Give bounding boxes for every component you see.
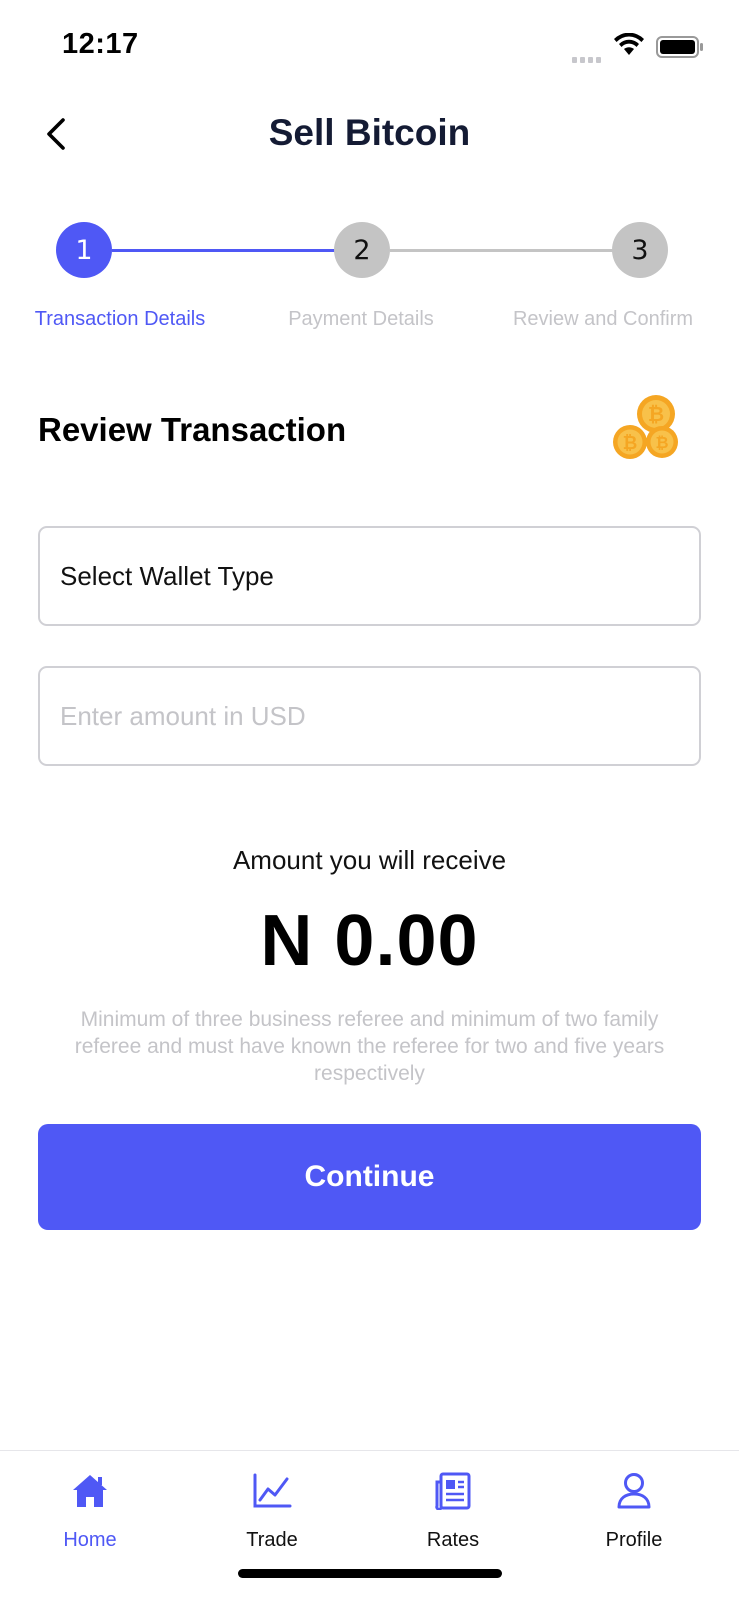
wifi-icon <box>614 33 644 55</box>
wallet-type-label: Select Wallet Type <box>60 560 274 591</box>
step-3-circle[interactable]: 3 <box>612 222 668 278</box>
svg-text:₿: ₿ <box>648 402 664 426</box>
user-icon <box>617 1473 651 1509</box>
home-indicator <box>238 1569 502 1578</box>
svg-text:₿: ₿ <box>623 433 638 454</box>
step-connector-2 <box>390 249 613 252</box>
tab-trade-label: Trade <box>246 1529 298 1551</box>
wallet-type-select[interactable]: Select Wallet Type <box>38 526 701 626</box>
tab-trade[interactable]: Trade <box>202 1469 342 1552</box>
referee-note: Minimum of three business referee and mi… <box>74 1008 665 1085</box>
page-title: Sell Bitcoin <box>268 112 471 153</box>
nav-header: Sell Bitcoin <box>0 100 739 170</box>
battery-icon <box>656 36 703 58</box>
stepper: 1 2 3 Transaction Details Payment Detail… <box>0 216 739 346</box>
tab-profile[interactable]: Profile <box>564 1469 704 1552</box>
step-2-circle[interactable]: 2 <box>334 222 390 278</box>
step-1-label: Transaction Details <box>34 308 206 330</box>
amount-field[interactable] <box>38 666 701 766</box>
tab-profile-label: Profile <box>605 1529 663 1551</box>
continue-button[interactable]: Continue <box>38 1124 701 1230</box>
rates-news-icon <box>435 1472 471 1510</box>
receive-label: Amount you will receive <box>232 845 507 875</box>
step-2-label: Payment Details <box>288 308 434 330</box>
tab-home[interactable]: Home <box>20 1469 160 1552</box>
tab-rates[interactable]: Rates <box>383 1469 523 1552</box>
bitcoin-coins-icon: ₿ ₿ ₿ <box>613 395 678 459</box>
chart-icon <box>253 1473 292 1508</box>
step-3-label: Review and Confirm <box>512 308 694 330</box>
amount-input[interactable] <box>60 700 699 732</box>
step-connector-1 <box>112 249 335 252</box>
tab-home-label: Home <box>63 1529 117 1551</box>
status-time: 12:17 <box>62 28 139 60</box>
cellular-signal-icon <box>572 50 606 63</box>
status-bar: 12:17 <box>0 0 739 90</box>
continue-label: Continue <box>304 1160 435 1193</box>
tab-rates-label: Rates <box>426 1529 480 1551</box>
receive-amount: N 0.00 <box>260 901 479 981</box>
step-1-circle[interactable]: 1 <box>56 222 112 278</box>
svg-text:₿: ₿ <box>655 433 668 452</box>
review-title: Review Transaction <box>38 411 347 448</box>
home-icon <box>73 1475 107 1507</box>
